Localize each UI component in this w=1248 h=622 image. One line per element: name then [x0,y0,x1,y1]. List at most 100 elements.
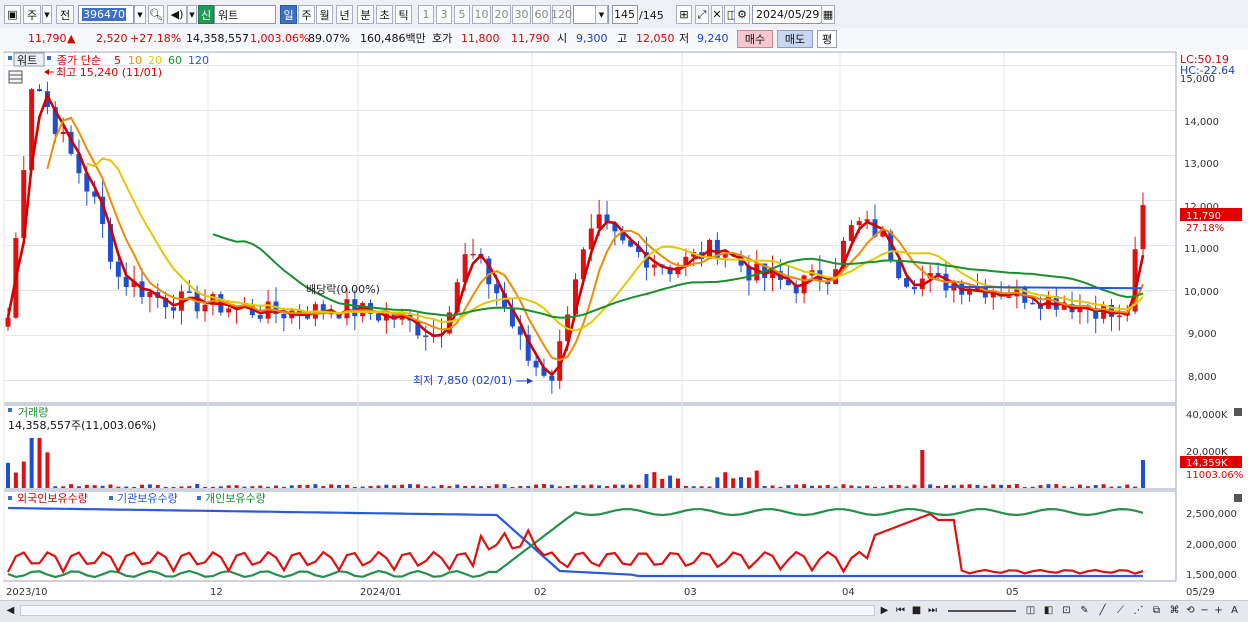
link-tool-icon[interactable]: ⌘ [1168,604,1181,617]
ask-price: 11,800 [461,32,500,45]
volume-bar [100,485,105,488]
period-month-button[interactable]: 월 [316,5,333,24]
sell-button[interactable]: 매도 [777,30,813,48]
volume-bar [400,484,405,488]
zoom-tool-icon-2[interactable]: ◧ [1042,604,1055,617]
custom-count-dropdown-icon[interactable]: ▼ [595,5,608,24]
count-120-button[interactable]: 120 [551,5,572,24]
bottom-scroll-bar: ◀ ▶ ⏮ ■ ⏭ ◫ ◧ ⊡ ✎ ╱ ⟋ ⋰ ⧉ ⌘ ⟲ − + A [0,600,1248,622]
period-second-button[interactable]: 초 [376,5,393,24]
volume-note: 14,358,557주(11,003.06%) [8,419,156,432]
holding-pane-close-icon[interactable] [1234,494,1242,502]
candle-body [281,313,287,319]
window-icon[interactable]: ▣ [4,5,21,24]
volume-bar [1093,485,1098,488]
capture-tool-icon[interactable]: ⧉ [1150,604,1163,617]
volume-bar [549,484,554,488]
date-input[interactable]: 2024/05/29 [752,5,822,24]
candle-body [60,131,66,135]
count-3-button[interactable]: 3 [436,5,452,24]
low-label: 저 [679,32,690,45]
volume-bar [873,486,878,488]
volume-bar [155,485,160,488]
indiv-holding-label: 개인보유수량 [205,492,266,505]
period-day-button[interactable]: 일 [280,5,297,24]
zoom-slider[interactable] [948,610,1016,612]
candle-body [37,89,43,92]
period-year-button[interactable]: 년 [336,5,353,24]
erase-tool-icon[interactable]: ⟲ [1184,604,1197,617]
eval-button[interactable]: 평 [817,30,837,48]
trend-tool-icon[interactable]: ⟋ [1114,604,1127,617]
volume-bar [242,486,247,488]
line-tool-icon[interactable]: ╱ [1096,604,1109,617]
volume-bar [849,485,854,488]
speaker-dropdown-icon[interactable]: ▼ [187,5,197,24]
draw-tool-icon[interactable]: ✎ [1078,604,1091,617]
speaker-icon[interactable]: ◀) [167,5,187,24]
count-10-button[interactable]: 10 [472,5,491,24]
zoom-tool-icon-3[interactable]: ⊡ [1060,604,1073,617]
volume-bar [581,485,586,488]
volume-bar [1054,484,1059,488]
stock-code-dropdown-icon[interactable]: ▼ [134,5,146,24]
candle-body [257,315,263,319]
table-toggle-icon[interactable] [8,70,23,84]
count-30-button[interactable]: 30 [512,5,531,24]
zoom-tool-icon-1[interactable]: ◫ [1024,604,1037,617]
volume-bar [739,477,744,488]
stock-code-value: 396470 [82,8,126,21]
count-60-button[interactable]: 60 [532,5,551,24]
volume-bar [660,478,665,488]
chart-type-button[interactable]: 주 [23,5,41,24]
stock-name-field[interactable]: 워트 [214,5,276,24]
candle-body [1030,302,1036,305]
scroll-right-icon[interactable]: ▶ [878,604,891,617]
volume-bar [936,485,941,488]
rewind-icon[interactable]: ⏮ [894,604,907,617]
chart-type-dropdown-icon[interactable]: ▼ [42,5,52,24]
candle-body [596,214,602,229]
stop-icon[interactable]: ■ [910,604,923,617]
prev-button[interactable]: 전 [56,5,74,24]
zoom-out-icon[interactable]: − [1198,604,1211,617]
period-tick-button[interactable]: 틱 [395,5,412,24]
volume-pane-close-icon[interactable] [1234,408,1242,416]
volume-bar [723,472,728,488]
fibo-tool-icon[interactable]: ⋰ [1132,604,1145,617]
period-week-button[interactable]: 주 [298,5,315,24]
settings-icon[interactable]: ⚙ [734,5,750,24]
new-listing-badge: 신 [198,5,214,24]
quote-bar: 11,790 ▲ 2,520 +27.18% 14,358,557 1,003.… [0,28,1248,51]
count-1-button[interactable]: 1 [418,5,434,24]
count-5-button[interactable]: 5 [454,5,470,24]
candle-body [1006,296,1012,298]
expand-icon[interactable]: ⤢ [695,5,709,24]
magnify-icon[interactable]: ✕ [711,5,723,24]
chart-area[interactable]: 15,000 14,000 13,000 12,000 11,000 10,00… [0,50,1248,600]
volume-bar [967,484,972,488]
zoom-in-icon[interactable]: + [1212,604,1225,617]
calendar-icon[interactable]: ▦ [821,5,835,24]
stock-code-input[interactable]: 396470 [78,5,134,24]
volume-bar [486,486,491,488]
data-count-input[interactable]: 145 [612,5,638,24]
buy-button[interactable]: 매수 [737,30,773,48]
candle-body [470,253,476,256]
period-minute-button[interactable]: 분 [357,5,374,24]
scroll-left-icon[interactable]: ◀ [4,604,17,617]
auto-scale-icon[interactable]: A [1228,604,1241,617]
search-icon[interactable]: 🔍︎ [148,5,164,24]
count-20-button[interactable]: 20 [492,5,511,24]
volume-bar [92,485,97,488]
volume-bar [147,484,152,488]
volume-bar [69,484,74,488]
legend-ma120: 120 [188,54,209,67]
volume-bar [534,484,539,488]
grid-icon[interactable]: ⊞ [676,5,692,24]
x-label-04: 04 [842,587,855,598]
forward-icon[interactable]: ⏭ [926,604,939,617]
volume-bar [802,484,807,488]
x-label-2024-01: 2024/01 [360,587,402,598]
scroll-track[interactable] [20,605,875,616]
